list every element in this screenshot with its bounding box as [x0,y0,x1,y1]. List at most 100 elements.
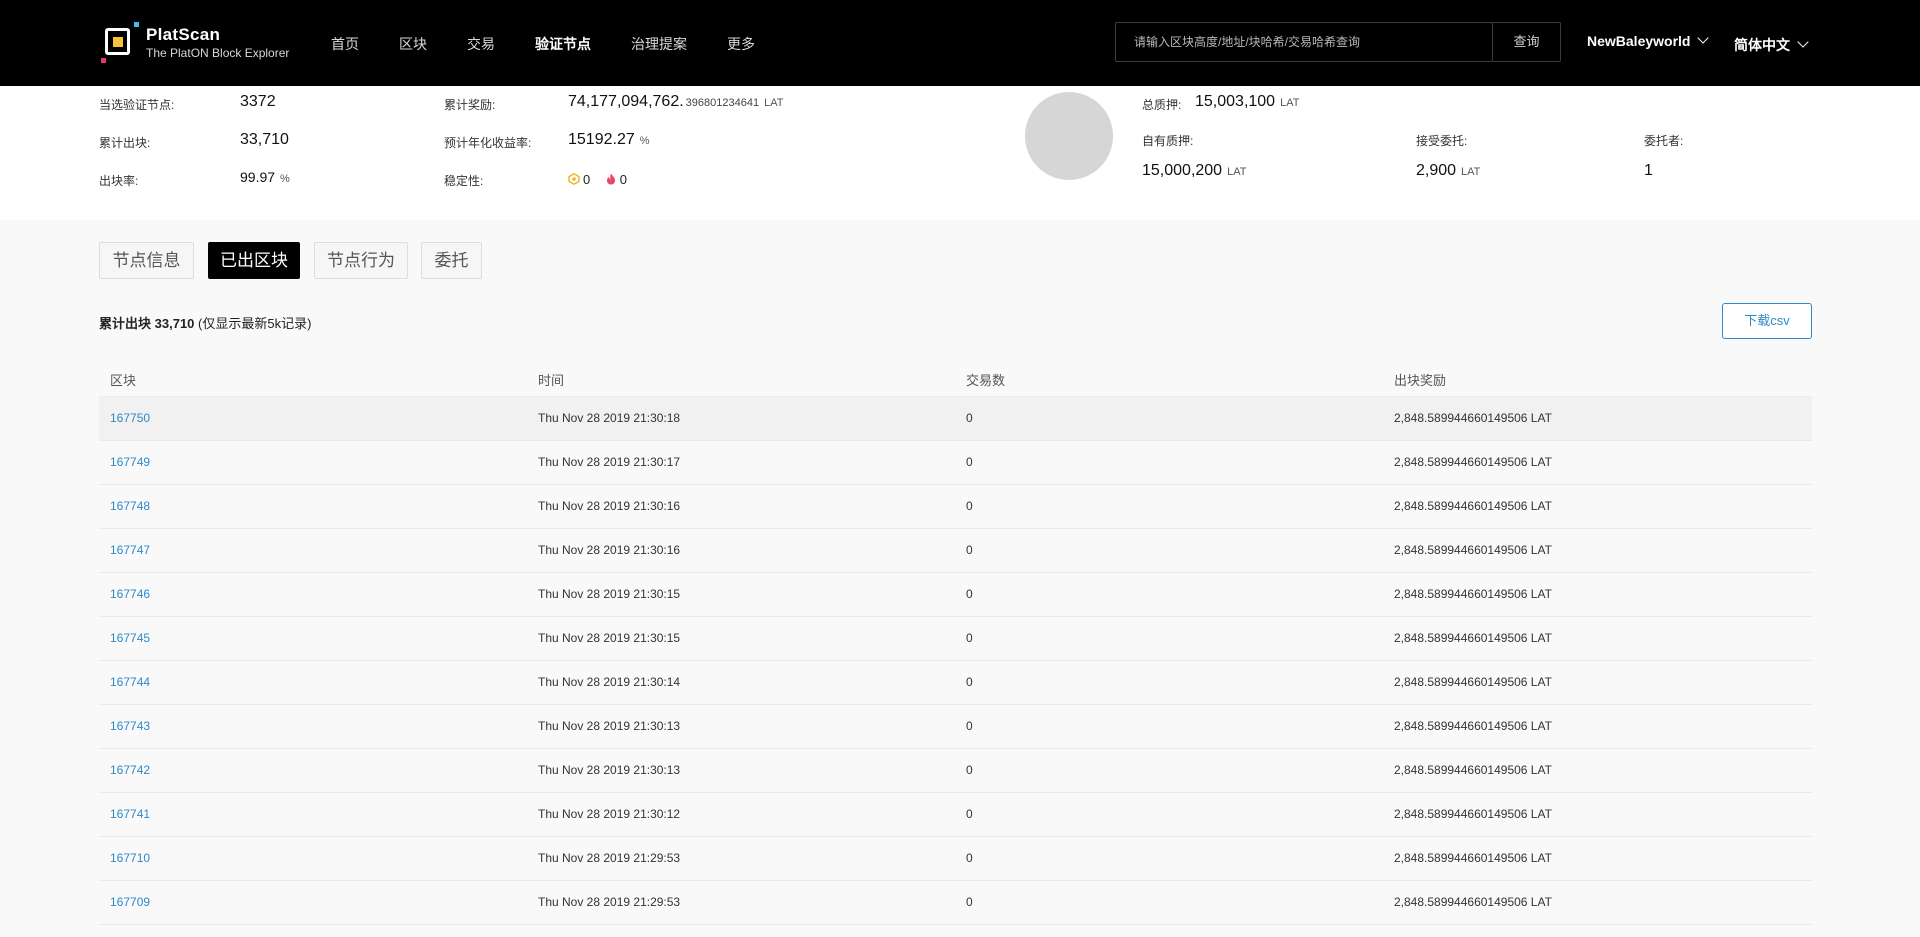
brand-name[interactable]: PlatScan [146,25,220,45]
nav-proposals[interactable]: 治理提案 [631,34,687,54]
low-block-rate-count: 0 [583,172,591,187]
slash-count: 0 [619,172,627,187]
table-row: 167750 Thu Nov 28 2019 21:30:18 0 2,848.589… [99,397,1812,441]
block-reward: 2,848.589944660149506 LAT [1394,631,1552,645]
block-time: Thu Nov 28 2019 21:30:12 [538,807,681,821]
download-csv-button[interactable]: 下载csv [1722,303,1812,339]
block-time: Thu Nov 28 2019 21:30:17 [538,455,681,469]
delegators-label: 委托者: [1644,134,1684,148]
platscan-logo[interactable] [101,21,141,65]
logo-accent-blue [134,22,139,27]
nav-validators[interactable]: 验证节点 [535,34,591,54]
block-number-link[interactable]: 167743 [110,719,150,733]
reward-unit: LAT [764,97,784,109]
own-stake-label: 自有质押: [1142,134,1194,148]
table-row: 167709 Thu Nov 28 2019 21:29:53 0 2,848.589… [99,881,1812,925]
search-input[interactable] [1116,23,1494,61]
language-label: 简体中文 [1734,37,1790,53]
tab-node-info[interactable]: 节点信息 [99,242,194,279]
low-block-rate-icon [568,173,580,185]
validator-stats-panel: 当选验证节点: 3372 累计出块: 33,710 出块率: 99.97% 累计… [0,86,1920,220]
block-number-link[interactable]: 167741 [110,807,150,821]
validator-avatar [1025,92,1113,180]
table-row: 167742 Thu Nov 28 2019 21:30:13 0 2,848.589… [99,749,1812,793]
summary-label: 累计出块 [99,316,152,331]
chevron-down-icon [1797,36,1809,48]
total-stake-unit: LAT [1280,97,1300,109]
total-stake-value: 15,003,100 LAT [1195,93,1299,111]
tx-count: 0 [966,675,973,689]
block-number-link[interactable]: 167742 [110,763,150,777]
tx-count: 0 [966,895,973,909]
block-number-link[interactable]: 167750 [110,411,150,425]
apy-value: 15192.27% [568,131,650,149]
nav-home[interactable]: 首页 [331,34,359,54]
blocks-value: 33,710 [240,131,289,148]
block-time: Thu Nov 28 2019 21:29:53 [538,851,681,865]
tx-count: 0 [966,719,973,733]
delegated-number: 2,900 [1416,162,1457,179]
block-number-link[interactable]: 167746 [110,587,150,601]
language-selector[interactable]: 简体中文 [1734,35,1809,55]
search-button[interactable]: 查询 [1493,22,1561,62]
chevron-down-icon [1697,32,1710,44]
block-reward: 2,848.589944660149506 LAT [1394,807,1552,821]
nav-transactions[interactable]: 交易 [467,34,495,54]
summary-note: (仅显示最新5k记录) [198,316,312,331]
apy-unit: % [639,135,650,147]
reward-value: 74,177,094,762. 396801234641 LAT [568,93,783,111]
tx-count: 0 [966,807,973,821]
block-reward: 2,848.589944660149506 LAT [1394,411,1552,425]
own-stake-unit: LAT [1227,166,1247,178]
tx-count: 0 [966,499,973,513]
block-time: Thu Nov 28 2019 21:30:13 [538,719,681,733]
nav-blocks[interactable]: 区块 [399,34,427,54]
tab-node-actions[interactable]: 节点行为 [314,242,408,279]
tx-count: 0 [966,543,973,557]
own-stake-number: 15,000,200 [1142,162,1223,179]
block-number-link[interactable]: 167749 [110,455,150,469]
stability-indicators: 0 0 [568,171,627,189]
table-row: 167741 Thu Nov 28 2019 21:30:12 0 2,848.589… [99,793,1812,837]
table-row: 167749 Thu Nov 28 2019 21:30:17 0 2,848.589… [99,441,1812,485]
block-reward: 2,848.589944660149506 LAT [1394,499,1552,513]
blocks-table-body: 167750 Thu Nov 28 2019 21:30:18 0 2,848.589… [99,397,1812,925]
blocks-summary: 累计出块 33,710 (仅显示最新5k记录) [99,313,311,332]
table-row: 167748 Thu Nov 28 2019 21:30:16 0 2,848.589… [99,485,1812,529]
elected-value: 3372 [240,93,276,110]
col-txs: 交易数 [966,373,1006,388]
rate-number: 99.97 [240,169,276,185]
table-header: 区块 时间 交易数 出块奖励 [99,360,1812,397]
block-number-link[interactable]: 167709 [110,895,150,909]
tx-count: 0 [966,455,973,469]
delegators-value: 1 [1644,162,1653,179]
tx-count: 0 [966,587,973,601]
table-row: 167744 Thu Nov 28 2019 21:30:14 0 2,848.589… [99,661,1812,705]
network-selector[interactable]: NewBaleyworld [1587,32,1710,49]
block-number-link[interactable]: 167748 [110,499,150,513]
block-number-link[interactable]: 167710 [110,851,150,865]
top-navbar: PlatScan The PlatON Block Explorer 首页 区块… [0,0,1920,86]
total-stake-number: 15,003,100 [1195,93,1276,110]
block-reward: 2,848.589944660149506 LAT [1394,675,1552,689]
tab-produced-blocks[interactable]: 已出区块 [208,242,300,279]
block-time: Thu Nov 28 2019 21:29:53 [538,895,681,909]
block-time: Thu Nov 28 2019 21:30:18 [538,411,681,425]
network-label: NewBaleyworld [1587,33,1691,49]
col-time: 时间 [538,373,565,388]
tab-delegations[interactable]: 委托 [421,242,482,279]
nav-more[interactable]: 更多 [727,34,755,54]
block-reward: 2,848.589944660149506 LAT [1394,543,1552,557]
block-number-link[interactable]: 167747 [110,543,150,557]
block-time: Thu Nov 28 2019 21:30:15 [538,631,681,645]
blocks-label: 累计出块: [99,136,151,150]
total-stake-label: 总质押: [1142,98,1182,112]
search-box [1115,22,1494,62]
block-number-link[interactable]: 167744 [110,675,150,689]
own-stake-value: 15,000,200 LAT [1142,162,1246,180]
block-time: Thu Nov 28 2019 21:30:14 [538,675,681,689]
block-reward: 2,848.589944660149506 LAT [1394,895,1552,909]
apy-number: 15192.27 [568,131,635,148]
fire-icon [606,173,615,185]
block-number-link[interactable]: 167745 [110,631,150,645]
